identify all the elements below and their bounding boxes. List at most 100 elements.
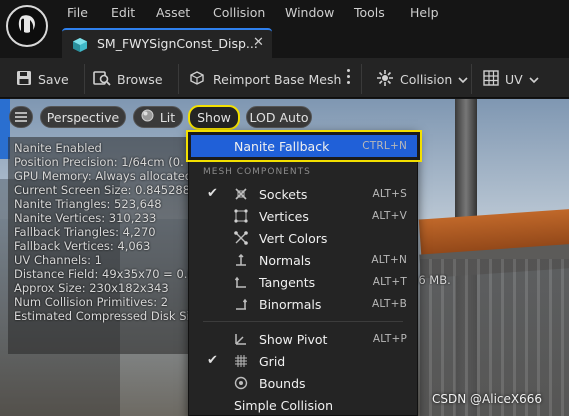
show-pivot-shortcut: ALT+P <box>372 333 407 345</box>
more-options-icon[interactable] <box>347 69 351 87</box>
stat-line: Fallback Vertices: 4,063 <box>14 239 151 253</box>
nanite-fallback-shortcut: CTRL+N <box>362 140 407 152</box>
save-button[interactable]: Save <box>16 68 69 90</box>
menu-bar: File Edit Asset Collision Window Tools H… <box>0 0 569 47</box>
stat-line: Nanite Triangles: 523,648 <box>14 197 162 211</box>
vertices-icon <box>234 209 248 223</box>
menu-item-sockets[interactable]: ✔ Sockets ALT+S <box>189 183 417 205</box>
show-button[interactable]: Show <box>188 105 240 130</box>
browse-button[interactable]: Browse <box>93 68 163 90</box>
viewport-menu-button[interactable] <box>9 106 33 128</box>
lit-sphere-icon <box>141 109 154 125</box>
perspective-button[interactable]: Perspective <box>40 106 126 128</box>
vertices-label: Vertices <box>259 208 309 224</box>
normals-icon <box>234 253 248 267</box>
menu-item-vert-colors[interactable]: Vert Colors <box>189 227 417 249</box>
menu-item-vertices[interactable]: Vertices ALT+V <box>189 205 417 227</box>
stat-line: Distance Field: 49x35x70 = 0.0 <box>14 267 194 281</box>
sockets-icon <box>234 187 248 201</box>
menu-file[interactable]: File <box>67 5 88 20</box>
browse-icon <box>93 70 111 89</box>
nanite-fallback-highlight-frame: Nanite Fallback CTRL+N <box>186 130 422 162</box>
collision-icon <box>376 69 394 90</box>
toolbar: Save Browse Reimport Base Mesh Collision… <box>0 58 569 98</box>
toolbar-divider <box>178 64 179 94</box>
hamburger-icon <box>15 110 27 125</box>
menu-item-simple-collision[interactable]: Simple Collision <box>189 394 417 416</box>
toolbar-divider <box>84 64 85 94</box>
lit-button[interactable]: Lit <box>133 106 183 128</box>
lod-auto-button[interactable]: LOD Auto <box>246 106 312 128</box>
collision-dropdown[interactable]: Collision <box>376 68 468 90</box>
vertices-shortcut: ALT+V <box>372 210 407 222</box>
menu-divider <box>203 321 403 322</box>
show-dropdown-menu: Nanite Fallback CTRL+N MESH COMPONENTS ✔… <box>186 130 422 416</box>
stat-line: GPU Memory: Always allocated <box>14 169 193 183</box>
check-icon: ✔ <box>207 186 218 201</box>
toolbar-divider <box>361 64 362 94</box>
bounds-icon <box>234 376 248 390</box>
vert-colors-label: Vert Colors <box>259 230 328 246</box>
simple-collision-label: Simple Collision <box>234 397 334 413</box>
close-icon[interactable]: ✕ <box>253 35 264 50</box>
reimport-icon <box>189 70 207 89</box>
uv-grid-icon <box>483 69 499 89</box>
sockets-shortcut: ALT+S <box>372 188 407 200</box>
grid-icon <box>234 354 248 368</box>
normals-shortcut: ALT+N <box>371 254 407 266</box>
browse-label: Browse <box>117 71 163 87</box>
bounds-label: Bounds <box>259 375 306 391</box>
reimport-label: Reimport Base Mesh <box>213 71 342 87</box>
show-label: Show <box>197 110 231 125</box>
pivot-icon <box>234 332 248 346</box>
binormals-label: Binormals <box>259 296 322 312</box>
menu-item-show-pivot[interactable]: Show Pivot ALT+P <box>189 328 417 350</box>
menu-window[interactable]: Window <box>285 5 334 20</box>
save-label: Save <box>38 71 69 87</box>
menu-help[interactable]: Help <box>410 5 439 20</box>
nanite-fallback-label: Nanite Fallback <box>234 138 330 154</box>
tangents-shortcut: ALT+T <box>372 276 407 288</box>
lod-label: LOD Auto <box>249 109 309 125</box>
menu-edit[interactable]: Edit <box>111 5 135 20</box>
vert-colors-icon <box>234 231 248 245</box>
reimport-base-mesh-button[interactable]: Reimport Base Mesh <box>189 68 341 90</box>
stat-line: Nanite Enabled <box>14 141 102 155</box>
menu-item-normals[interactable]: Normals ALT+N <box>189 249 417 271</box>
lit-label: Lit <box>159 109 176 125</box>
check-icon: ✔ <box>207 353 218 368</box>
toolbar-divider <box>471 64 472 94</box>
mesh-stats-overlay: Nanite Enabled Position Precision: 1/64c… <box>8 137 194 354</box>
tab-row: SM_FWYSignConst_Disp... ✕ <box>0 28 569 58</box>
binormals-shortcut: ALT+B <box>371 298 407 310</box>
menu-item-binormals[interactable]: Binormals ALT+B <box>189 293 417 315</box>
stat-line: UV Channels: 1 <box>14 253 102 267</box>
tangents-icon <box>234 275 248 289</box>
sockets-label: Sockets <box>259 186 308 202</box>
perspective-label: Perspective <box>46 109 120 125</box>
stat-line: Num Collision Primitives: 2 <box>14 295 169 309</box>
stat-line: Approx Size: 230x182x343 <box>14 281 169 295</box>
unreal-logo-icon[interactable] <box>6 5 48 47</box>
static-mesh-icon <box>72 37 88 56</box>
menu-item-nanite-fallback[interactable]: Nanite Fallback CTRL+N <box>191 135 417 157</box>
save-icon <box>16 70 32 89</box>
tab-title: SM_FWYSignConst_Disp... <box>97 36 258 51</box>
normals-label: Normals <box>259 252 311 268</box>
menu-item-tangents[interactable]: Tangents ALT+T <box>189 271 417 293</box>
menu-item-bounds[interactable]: Bounds <box>189 372 417 394</box>
tab-static-mesh[interactable]: SM_FWYSignConst_Disp... ✕ <box>62 28 272 58</box>
stat-line: Nanite Vertices: 310,233 <box>14 211 157 225</box>
collision-label: Collision <box>400 71 453 87</box>
tangents-label: Tangents <box>259 274 316 290</box>
grid-label: Grid <box>259 353 286 369</box>
chevron-down-icon <box>529 72 539 87</box>
menu-item-grid[interactable]: ✔ Grid <box>189 350 417 372</box>
stat-line: Fallback Triangles: 4,270 <box>14 225 156 239</box>
stat-line: Position Precision: 1/64cm (0. <box>14 155 184 169</box>
menu-tools[interactable]: Tools <box>354 5 385 20</box>
binormals-icon <box>234 297 248 311</box>
menu-collision[interactable]: Collision <box>213 5 265 20</box>
uv-dropdown[interactable]: UV <box>483 68 539 90</box>
menu-asset[interactable]: Asset <box>156 5 190 20</box>
